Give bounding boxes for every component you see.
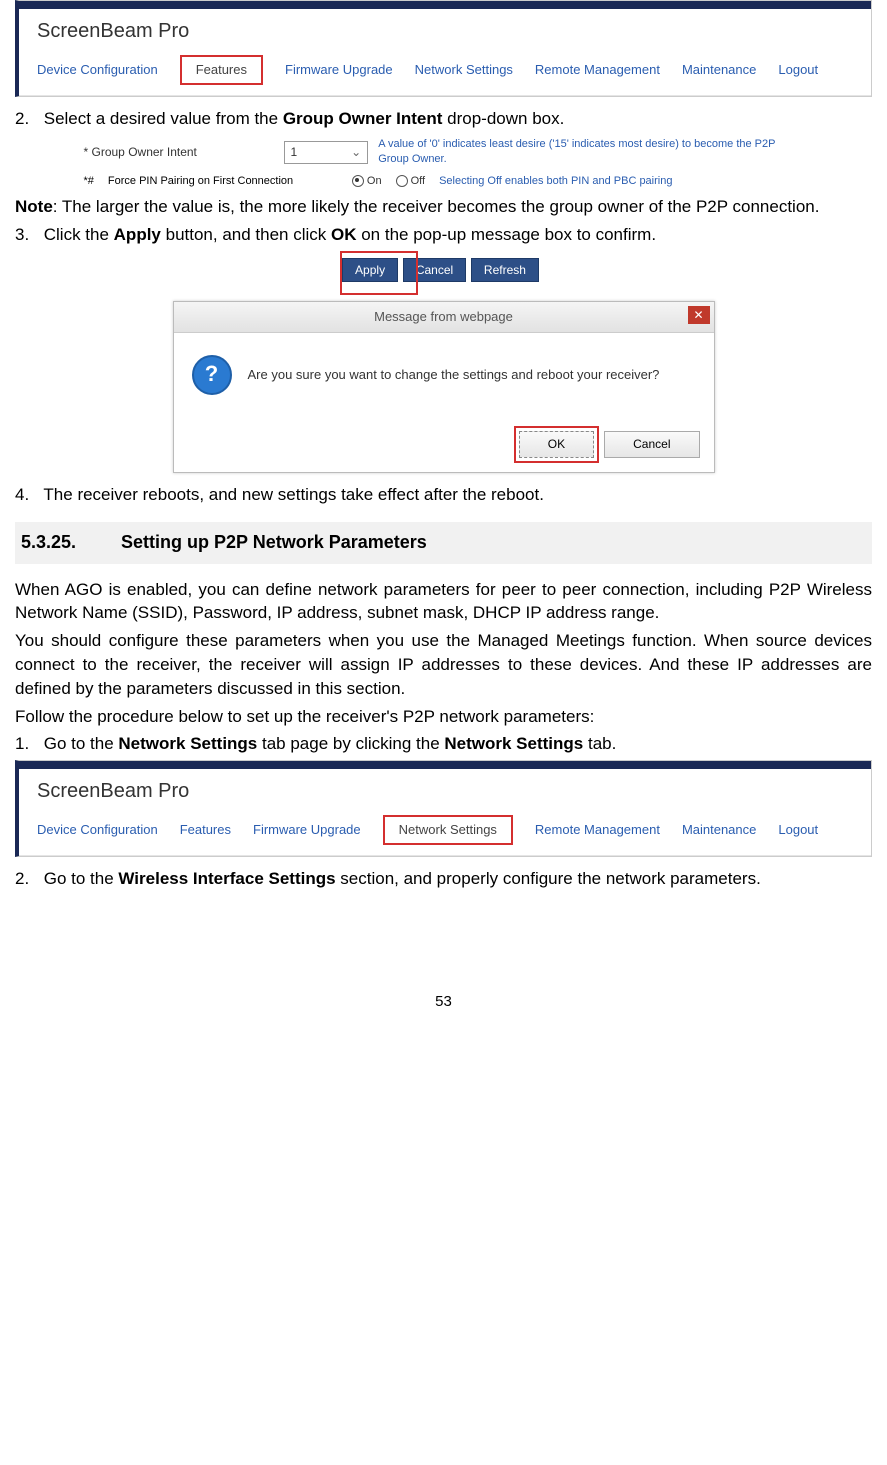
section-number: 5.3.25. (21, 530, 116, 555)
tab-network-settings[interactable]: Network Settings (415, 61, 513, 79)
go-select-value: 1 (291, 145, 298, 159)
radio-on-label: On (367, 174, 382, 189)
t: section, and properly configure the netw… (336, 869, 761, 888)
tab-features[interactable]: Features (180, 55, 263, 85)
t: Apply (114, 225, 161, 244)
go-label: * Group Owner Intent (84, 144, 274, 161)
t: OK (331, 225, 357, 244)
step-number: 4. (15, 483, 39, 507)
pin-label: Force PIN Pairing on First Connection (108, 174, 338, 189)
step-3: 3. Click the Apply button, and then clic… (15, 223, 872, 247)
refresh-button[interactable]: Refresh (471, 258, 539, 282)
tab-maintenance[interactable]: Maintenance (682, 61, 756, 79)
tab-features[interactable]: Features (180, 821, 231, 839)
tab-device-configuration[interactable]: Device Configuration (37, 61, 158, 79)
t: Network Settings (444, 734, 583, 753)
t: tab page by clicking the (257, 734, 444, 753)
nav-brand: ScreenBeam Pro (19, 769, 871, 809)
step-number: 2. (15, 867, 39, 891)
radio-icon (396, 175, 408, 187)
tab-device-configuration[interactable]: Device Configuration (37, 821, 158, 839)
go-hint: A value of '0' indicates least desire ('… (378, 137, 803, 168)
nav-topband (19, 761, 871, 769)
paragraph: Follow the procedure below to set up the… (15, 705, 872, 729)
nav-bar-features: ScreenBeam Pro Device Configuration Feat… (15, 0, 872, 97)
note-paragraph: Note: The larger the value is, the more … (15, 195, 872, 219)
t: Go to the (44, 734, 119, 753)
dialog-title-bar: Message from webpage ✕ (174, 302, 714, 333)
step-text-post: drop-down box. (442, 109, 564, 128)
nav-tabs: Device Configuration Features Firmware U… (19, 809, 871, 856)
nav-topband (19, 1, 871, 9)
paragraph: When AGO is enabled, you can define netw… (15, 578, 872, 626)
figure-buttons: Apply Cancel Refresh (15, 253, 872, 291)
tab-remote-management[interactable]: Remote Management (535, 821, 660, 839)
dialog-title: Message from webpage (374, 309, 513, 324)
step-2: 2. Select a desired value from the Group… (15, 107, 872, 131)
note-text: : The larger the value is, the more like… (53, 197, 820, 216)
radio-off-label: Off (411, 174, 425, 189)
step-ns-2: 2. Go to the Wireless Interface Settings… (15, 867, 872, 891)
figure-group-owner-intent: * Group Owner Intent 1 ⌄ A value of '0' … (84, 137, 804, 189)
nav-brand: ScreenBeam Pro (19, 9, 871, 49)
step-number: 1. (15, 732, 39, 756)
tab-maintenance[interactable]: Maintenance (682, 821, 756, 839)
nav-tabs: Device Configuration Features Firmware U… (19, 49, 871, 96)
t: on the pop-up message box to confirm. (357, 225, 657, 244)
radio-on[interactable]: On (352, 174, 382, 189)
nav-bar-network-settings: ScreenBeam Pro Device Configuration Feat… (15, 760, 872, 857)
ok-button[interactable]: OK (519, 431, 594, 458)
page-number: 53 (15, 991, 872, 1012)
step-number: 3. (15, 223, 39, 247)
t: button, and then click (161, 225, 331, 244)
tab-firmware-upgrade[interactable]: Firmware Upgrade (285, 61, 393, 79)
dialog-cancel-button[interactable]: Cancel (604, 431, 699, 458)
step-4: 4. The receiver reboots, and new setting… (15, 483, 872, 507)
section-title: Setting up P2P Network Parameters (121, 532, 427, 552)
section-heading: 5.3.25. Setting up P2P Network Parameter… (15, 522, 872, 563)
question-icon: ? (192, 355, 232, 395)
t: Network Settings (118, 734, 257, 753)
t: Click the (44, 225, 114, 244)
t: Go to the (44, 869, 119, 888)
tab-logout[interactable]: Logout (778, 821, 818, 839)
t: tab. (583, 734, 616, 753)
cancel-button[interactable]: Cancel (403, 258, 466, 282)
pin-prefix: *# (84, 174, 94, 189)
t: Wireless Interface Settings (118, 869, 335, 888)
chevron-down-icon: ⌄ (351, 144, 361, 161)
radio-off[interactable]: Off (396, 174, 425, 189)
tab-remote-management[interactable]: Remote Management (535, 61, 660, 79)
close-icon[interactable]: ✕ (688, 306, 710, 324)
tab-firmware-upgrade[interactable]: Firmware Upgrade (253, 821, 361, 839)
note-label: Note (15, 197, 53, 216)
step-text: The receiver reboots, and new settings t… (43, 485, 544, 504)
tab-network-settings[interactable]: Network Settings (383, 815, 513, 845)
dialog-message: Are you sure you want to change the sett… (248, 366, 696, 384)
step-text-bold: Group Owner Intent (283, 109, 443, 128)
apply-button[interactable]: Apply (342, 258, 398, 282)
figure-dialog: Message from webpage ✕ ? Are you sure yo… (173, 301, 715, 473)
off-hint: Selecting Off enables both PIN and PBC p… (439, 174, 672, 189)
step-number: 2. (15, 107, 39, 131)
go-select[interactable]: 1 ⌄ (284, 141, 369, 164)
step-text-pre: Select a desired value from the (44, 109, 283, 128)
radio-icon (352, 175, 364, 187)
tab-logout[interactable]: Logout (778, 61, 818, 79)
paragraph: You should configure these parameters wh… (15, 629, 872, 700)
step-ns-1: 1. Go to the Network Settings tab page b… (15, 732, 872, 756)
